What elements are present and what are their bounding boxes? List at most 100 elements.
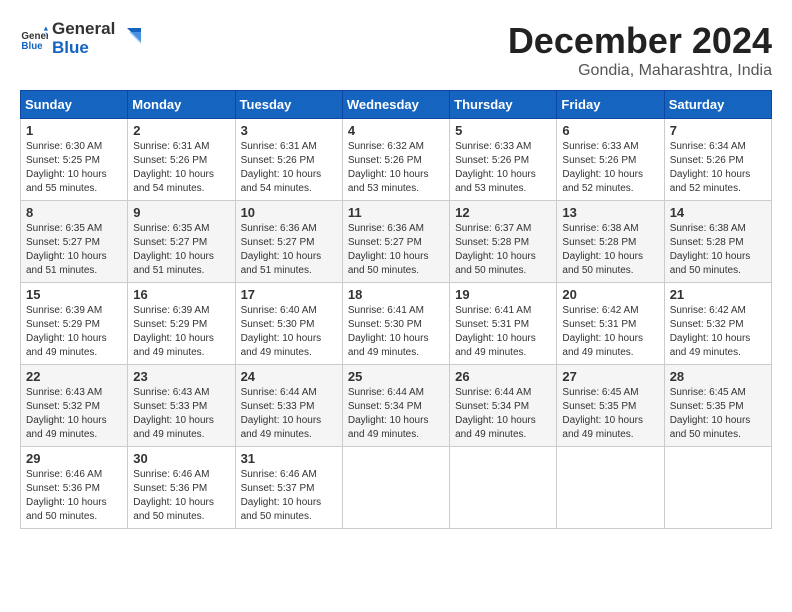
- day-info: Sunrise: 6:38 AMSunset: 5:28 PMDaylight:…: [562, 223, 643, 276]
- title-area: December 2024 Gondia, Maharashtra, India: [508, 20, 772, 80]
- table-row: 11 Sunrise: 6:36 AMSunset: 5:27 PMDaylig…: [342, 201, 449, 283]
- empty-cell: [342, 447, 449, 529]
- day-number: 27: [562, 369, 658, 384]
- table-row: 28 Sunrise: 6:45 AMSunset: 5:35 PMDaylig…: [664, 365, 771, 447]
- svg-text:Blue: Blue: [21, 40, 43, 51]
- table-row: 8 Sunrise: 6:35 AMSunset: 5:27 PMDayligh…: [21, 201, 128, 283]
- logo-arrow-icon: [119, 28, 141, 50]
- table-row: 22 Sunrise: 6:43 AMSunset: 5:32 PMDaylig…: [21, 365, 128, 447]
- day-info: Sunrise: 6:31 AMSunset: 5:26 PMDaylight:…: [241, 141, 322, 194]
- table-row: 10 Sunrise: 6:36 AMSunset: 5:27 PMDaylig…: [235, 201, 342, 283]
- col-monday: Monday: [128, 91, 235, 119]
- logo-general-text: General: [52, 20, 115, 39]
- day-number: 19: [455, 287, 551, 302]
- table-row: 29 Sunrise: 6:46 AMSunset: 5:36 PMDaylig…: [21, 447, 128, 529]
- empty-cell: [664, 447, 771, 529]
- day-number: 24: [241, 369, 337, 384]
- table-row: 13 Sunrise: 6:38 AMSunset: 5:28 PMDaylig…: [557, 201, 664, 283]
- day-number: 1: [26, 123, 122, 138]
- day-info: Sunrise: 6:44 AMSunset: 5:33 PMDaylight:…: [241, 387, 322, 440]
- day-info: Sunrise: 6:43 AMSunset: 5:32 PMDaylight:…: [26, 387, 107, 440]
- logo-blue-text: Blue: [52, 39, 115, 58]
- day-info: Sunrise: 6:36 AMSunset: 5:27 PMDaylight:…: [241, 223, 322, 276]
- day-info: Sunrise: 6:42 AMSunset: 5:31 PMDaylight:…: [562, 305, 643, 358]
- table-row: 18 Sunrise: 6:41 AMSunset: 5:30 PMDaylig…: [342, 283, 449, 365]
- day-info: Sunrise: 6:44 AMSunset: 5:34 PMDaylight:…: [455, 387, 536, 440]
- table-row: 23 Sunrise: 6:43 AMSunset: 5:33 PMDaylig…: [128, 365, 235, 447]
- calendar-week-row: 22 Sunrise: 6:43 AMSunset: 5:32 PMDaylig…: [21, 365, 772, 447]
- day-info: Sunrise: 6:45 AMSunset: 5:35 PMDaylight:…: [562, 387, 643, 440]
- calendar-week-row: 1 Sunrise: 6:30 AMSunset: 5:25 PMDayligh…: [21, 119, 772, 201]
- col-thursday: Thursday: [450, 91, 557, 119]
- day-info: Sunrise: 6:39 AMSunset: 5:29 PMDaylight:…: [133, 305, 214, 358]
- location: Gondia, Maharashtra, India: [508, 62, 772, 80]
- day-info: Sunrise: 6:33 AMSunset: 5:26 PMDaylight:…: [562, 141, 643, 194]
- day-number: 15: [26, 287, 122, 302]
- calendar-week-row: 15 Sunrise: 6:39 AMSunset: 5:29 PMDaylig…: [21, 283, 772, 365]
- table-row: 30 Sunrise: 6:46 AMSunset: 5:36 PMDaylig…: [128, 447, 235, 529]
- logo: General Blue General Blue: [20, 20, 141, 57]
- table-row: 21 Sunrise: 6:42 AMSunset: 5:32 PMDaylig…: [664, 283, 771, 365]
- table-row: 19 Sunrise: 6:41 AMSunset: 5:31 PMDaylig…: [450, 283, 557, 365]
- calendar-header-row: Sunday Monday Tuesday Wednesday Thursday…: [21, 91, 772, 119]
- col-sunday: Sunday: [21, 91, 128, 119]
- day-info: Sunrise: 6:32 AMSunset: 5:26 PMDaylight:…: [348, 141, 429, 194]
- table-row: 24 Sunrise: 6:44 AMSunset: 5:33 PMDaylig…: [235, 365, 342, 447]
- day-number: 2: [133, 123, 229, 138]
- table-row: 12 Sunrise: 6:37 AMSunset: 5:28 PMDaylig…: [450, 201, 557, 283]
- table-row: 17 Sunrise: 6:40 AMSunset: 5:30 PMDaylig…: [235, 283, 342, 365]
- calendar-table: Sunday Monday Tuesday Wednesday Thursday…: [20, 90, 772, 529]
- day-number: 30: [133, 451, 229, 466]
- table-row: 2 Sunrise: 6:31 AMSunset: 5:26 PMDayligh…: [128, 119, 235, 201]
- day-info: Sunrise: 6:44 AMSunset: 5:34 PMDaylight:…: [348, 387, 429, 440]
- day-info: Sunrise: 6:36 AMSunset: 5:27 PMDaylight:…: [348, 223, 429, 276]
- day-info: Sunrise: 6:31 AMSunset: 5:26 PMDaylight:…: [133, 141, 214, 194]
- day-info: Sunrise: 6:37 AMSunset: 5:28 PMDaylight:…: [455, 223, 536, 276]
- day-number: 31: [241, 451, 337, 466]
- table-row: 14 Sunrise: 6:38 AMSunset: 5:28 PMDaylig…: [664, 201, 771, 283]
- day-info: Sunrise: 6:41 AMSunset: 5:30 PMDaylight:…: [348, 305, 429, 358]
- table-row: 5 Sunrise: 6:33 AMSunset: 5:26 PMDayligh…: [450, 119, 557, 201]
- day-number: 12: [455, 205, 551, 220]
- day-info: Sunrise: 6:46 AMSunset: 5:36 PMDaylight:…: [26, 469, 107, 522]
- day-info: Sunrise: 6:35 AMSunset: 5:27 PMDaylight:…: [26, 223, 107, 276]
- table-row: 7 Sunrise: 6:34 AMSunset: 5:26 PMDayligh…: [664, 119, 771, 201]
- day-info: Sunrise: 6:45 AMSunset: 5:35 PMDaylight:…: [670, 387, 751, 440]
- day-number: 25: [348, 369, 444, 384]
- day-info: Sunrise: 6:34 AMSunset: 5:26 PMDaylight:…: [670, 141, 751, 194]
- day-number: 7: [670, 123, 766, 138]
- table-row: 16 Sunrise: 6:39 AMSunset: 5:29 PMDaylig…: [128, 283, 235, 365]
- month-title: December 2024: [508, 20, 772, 62]
- day-number: 6: [562, 123, 658, 138]
- day-number: 21: [670, 287, 766, 302]
- day-number: 28: [670, 369, 766, 384]
- day-number: 18: [348, 287, 444, 302]
- col-tuesday: Tuesday: [235, 91, 342, 119]
- empty-cell: [557, 447, 664, 529]
- day-info: Sunrise: 6:38 AMSunset: 5:28 PMDaylight:…: [670, 223, 751, 276]
- day-info: Sunrise: 6:33 AMSunset: 5:26 PMDaylight:…: [455, 141, 536, 194]
- day-number: 16: [133, 287, 229, 302]
- col-wednesday: Wednesday: [342, 91, 449, 119]
- table-row: 1 Sunrise: 6:30 AMSunset: 5:25 PMDayligh…: [21, 119, 128, 201]
- day-number: 11: [348, 205, 444, 220]
- table-row: 27 Sunrise: 6:45 AMSunset: 5:35 PMDaylig…: [557, 365, 664, 447]
- calendar-week-row: 8 Sunrise: 6:35 AMSunset: 5:27 PMDayligh…: [21, 201, 772, 283]
- logo-icon: General Blue: [20, 25, 48, 53]
- col-saturday: Saturday: [664, 91, 771, 119]
- table-row: 20 Sunrise: 6:42 AMSunset: 5:31 PMDaylig…: [557, 283, 664, 365]
- day-number: 17: [241, 287, 337, 302]
- day-number: 4: [348, 123, 444, 138]
- day-number: 14: [670, 205, 766, 220]
- day-number: 22: [26, 369, 122, 384]
- day-number: 20: [562, 287, 658, 302]
- day-number: 8: [26, 205, 122, 220]
- table-row: 26 Sunrise: 6:44 AMSunset: 5:34 PMDaylig…: [450, 365, 557, 447]
- day-number: 26: [455, 369, 551, 384]
- table-row: 25 Sunrise: 6:44 AMSunset: 5:34 PMDaylig…: [342, 365, 449, 447]
- day-info: Sunrise: 6:46 AMSunset: 5:36 PMDaylight:…: [133, 469, 214, 522]
- col-friday: Friday: [557, 91, 664, 119]
- table-row: 9 Sunrise: 6:35 AMSunset: 5:27 PMDayligh…: [128, 201, 235, 283]
- table-row: 31 Sunrise: 6:46 AMSunset: 5:37 PMDaylig…: [235, 447, 342, 529]
- day-number: 10: [241, 205, 337, 220]
